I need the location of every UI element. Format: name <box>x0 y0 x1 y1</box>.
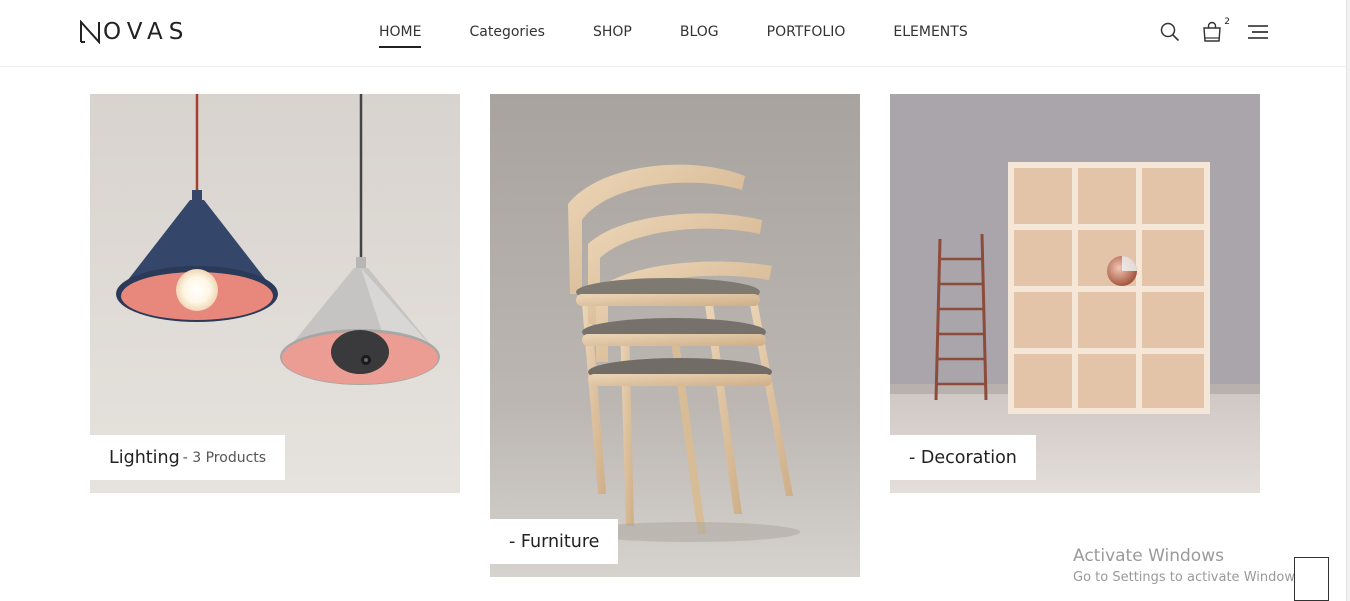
stacked-chairs-image <box>490 94 860 577</box>
activate-windows-watermark: Activate Windows Go to Settings to activ… <box>1073 546 1306 585</box>
shelf-and-ladder-image <box>890 94 1260 493</box>
shopping-bag-icon <box>1203 21 1221 42</box>
brand-logo[interactable]: OVAS <box>79 19 189 45</box>
cart-count-badge: 2 <box>1224 17 1230 27</box>
category-card-lighting[interactable]: Lighting - 3 Products <box>90 94 460 493</box>
nav-categories[interactable]: Categories <box>469 24 544 44</box>
category-name: - Decoration <box>909 447 1017 468</box>
category-name: Lighting <box>109 447 180 468</box>
pendant-lamps-image <box>90 94 460 493</box>
watermark-subtitle: Go to Settings to activate Windows. <box>1073 570 1306 585</box>
logo-n-mark-icon <box>80 20 100 44</box>
category-name: - Furniture <box>509 531 600 552</box>
header-actions: 2 <box>1158 17 1270 44</box>
nav-home[interactable]: HOME <box>379 24 422 48</box>
menu-button[interactable] <box>1246 20 1270 44</box>
search-icon <box>1160 22 1180 42</box>
nav-portfolio[interactable]: PORTFOLIO <box>767 24 846 44</box>
nav-elements[interactable]: ELEMENTS <box>893 24 967 44</box>
watermark-title: Activate Windows <box>1073 546 1224 566</box>
hamburger-menu-icon <box>1248 25 1268 39</box>
main-nav: HOME Categories SHOP BLOG PORTFOLIO ELEM… <box>379 24 1016 48</box>
category-label-lighting[interactable]: Lighting - 3 Products <box>90 435 286 480</box>
site-header: OVAS HOME Categories SHOP BLOG PORTFOLIO… <box>0 0 1350 67</box>
back-to-top-button[interactable] <box>1294 557 1329 601</box>
category-label-furniture[interactable]: - Furniture <box>490 519 619 564</box>
cart-button[interactable]: 2 <box>1200 17 1230 44</box>
category-card-furniture[interactable]: - Furniture <box>490 94 860 577</box>
category-card-decoration[interactable]: - Decoration <box>890 94 1260 493</box>
logo-text: OVAS <box>103 19 190 45</box>
nav-shop[interactable]: SHOP <box>593 24 632 44</box>
page-scrollbar[interactable] <box>1346 0 1350 601</box>
category-product-count: - 3 Products <box>182 449 267 466</box>
nav-blog[interactable]: BLOG <box>680 24 719 44</box>
search-button[interactable] <box>1158 20 1182 44</box>
category-label-decoration[interactable]: - Decoration <box>890 435 1036 480</box>
